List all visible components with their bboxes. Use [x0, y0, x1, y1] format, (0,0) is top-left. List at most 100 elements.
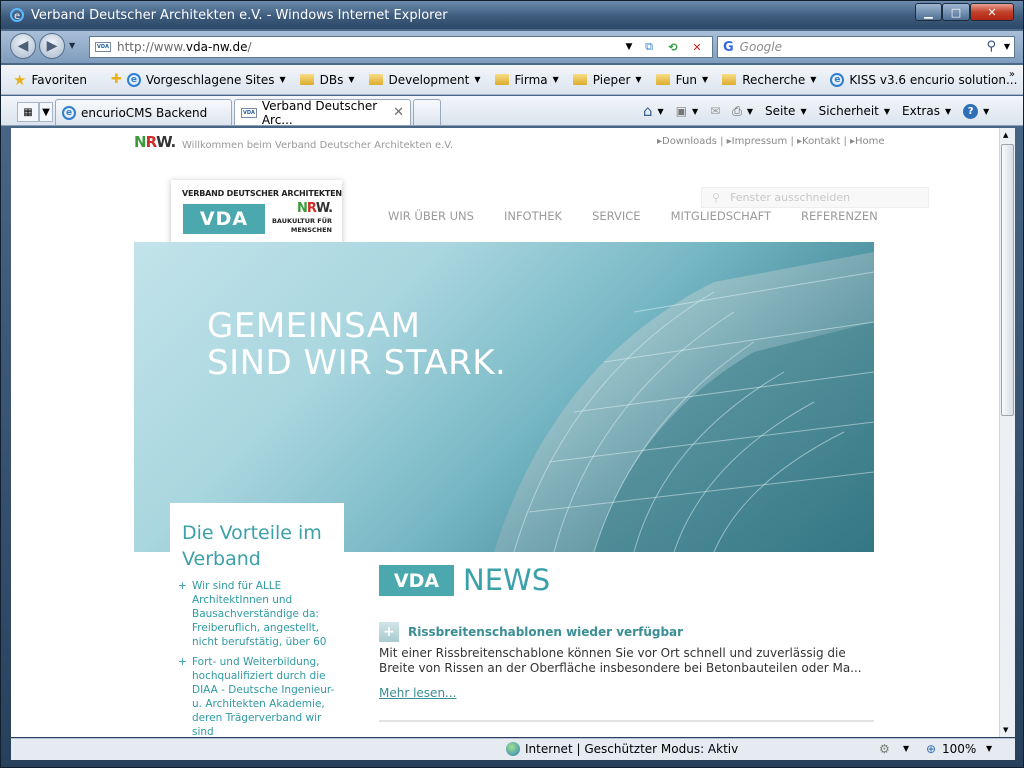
scroll-up-icon[interactable]: ▲ — [1003, 131, 1008, 139]
maximize-button[interactable]: □ — [942, 3, 970, 21]
tools-menu[interactable]: Extras ▼ — [902, 104, 951, 118]
nrw-mark: NRW. — [134, 133, 176, 151]
chevron-down-icon: ▼ — [552, 75, 559, 84]
fav-folder-development[interactable]: Development ▼ — [368, 73, 481, 87]
chevron-down-icon: ▼ — [810, 75, 817, 84]
expand-plus-icon[interactable]: + — [379, 622, 399, 642]
tab-vda[interactable]: VDA Verband Deutscher Arc... ✕ — [234, 99, 411, 127]
benefits-title: Die Vorteile im Verband — [182, 522, 322, 570]
svg-text:e: e — [14, 11, 20, 22]
fav-folder-pieper[interactable]: Pieper ▼ — [572, 73, 642, 87]
top-links[interactable]: ▸Downloads | ▸Impressum | ▸Kontakt | ▸Ho… — [657, 136, 885, 147]
hero-headline: GEMEINSAM SIND WIR STARK. — [207, 306, 507, 383]
fav-folder-fun[interactable]: Fun ▼ — [655, 73, 708, 87]
status-bar: Internet | Geschützter Modus: Aktiv ⚙ ▼ … — [11, 738, 1015, 760]
ie-page-icon: e — [830, 72, 845, 87]
zoom-icon[interactable]: ⊕ — [926, 742, 936, 756]
new-tab-button[interactable] — [413, 99, 441, 125]
vertical-scrollbar[interactable]: ▲ ▼ — [999, 128, 1015, 737]
read-more-link[interactable]: Mehr lesen... — [379, 686, 457, 700]
folder-icon — [494, 74, 509, 85]
help-button[interactable]: ? ▼ — [963, 103, 989, 119]
site-search-input[interactable]: ⚲ Fenster ausschneiden — [701, 187, 929, 208]
mail-icon: ✉ — [710, 104, 721, 118]
quick-tabs-icon[interactable]: ▦ — [17, 102, 39, 122]
chevron-down-icon: ▼ — [635, 75, 642, 84]
address-bar[interactable]: VDA http://www.vda-nw.de/ ▼ ⧉ ⟲ ✕ — [89, 36, 713, 58]
scrollbar-thumb[interactable] — [1001, 144, 1014, 416]
folder-icon — [299, 74, 314, 85]
add-favorite-icon[interactable]: ✚ — [111, 72, 122, 87]
fav-link-kiss[interactable]: e KISS v3.6 encurio solution... — [830, 72, 1017, 87]
chevron-down-icon: ▼ — [692, 106, 699, 116]
chevron-down-icon: ▼ — [944, 106, 952, 116]
favorites-button[interactable]: ★ Favoriten — [13, 71, 87, 89]
help-icon: ? — [963, 103, 979, 119]
safety-menu[interactable]: Sicherheit ▼ — [819, 104, 890, 118]
benefits-list: Wir sind für ALLE ArchitektInnen und Bau… — [178, 579, 338, 737]
benefit-item[interactable]: Wir sind für ALLE ArchitektInnen und Bau… — [178, 579, 338, 649]
ie-logo-icon: e — [9, 7, 25, 23]
chevron-down-icon: ▼ — [746, 106, 754, 116]
nav-mitgliedschaft[interactable]: MITGLIEDSCHAFT — [671, 209, 771, 223]
nav-referenzen[interactable]: REFERENZEN — [801, 209, 878, 223]
fav-folder-dbs[interactable]: DBs ▼ — [299, 73, 355, 87]
security-zone[interactable]: Internet | Geschützter Modus: Aktiv — [525, 742, 738, 756]
folder-icon — [572, 74, 587, 85]
search-icon[interactable]: ⚲ — [986, 39, 996, 54]
compatibility-view-icon[interactable]: ⧉ — [638, 38, 660, 56]
navigation-bar: ◀ ▶ ▼ VDA http://www.vda-nw.de/ ▼ ⧉ ⟲ ✕ … — [1, 31, 1023, 63]
site-favicon-icon: VDA — [95, 42, 111, 52]
news-divider — [379, 720, 874, 722]
fav-folder-recherche[interactable]: Recherche ▼ — [722, 73, 816, 87]
news-vda-badge: VDA — [379, 565, 454, 596]
print-button[interactable]: ⎙ ▼ — [732, 104, 753, 119]
logo-tagline: BAUKULTUR FÜR MENSCHEN — [271, 217, 332, 234]
mail-button[interactable]: ✉ — [710, 104, 720, 118]
chevron-down-icon[interactable]: ▼ — [986, 744, 992, 753]
feeds-button[interactable]: ▣ ▼ — [676, 104, 699, 118]
star-icon: ★ — [13, 70, 27, 89]
benefits-box: Die Vorteile im Verband Wir sind für ALL… — [170, 503, 344, 737]
tab-list-icon[interactable]: ▼ — [39, 102, 53, 122]
close-tab-icon[interactable]: ✕ — [393, 105, 404, 120]
back-button[interactable]: ◀ — [10, 33, 36, 59]
fav-folder-firma[interactable]: Firma ▼ — [494, 73, 559, 87]
ie-window: e Verband Deutscher Architekten e.V. - W… — [0, 0, 1024, 768]
nav-infothek[interactable]: INFOTHEK — [504, 209, 562, 223]
minimize-button[interactable]: ▁ — [915, 3, 942, 21]
refresh-icon[interactable]: ⟲ — [662, 38, 684, 56]
welcome-text: Willkommen beim Verband Deutscher Archit… — [182, 140, 454, 151]
fav-suggested-sites[interactable]: ✚ e Vorgeschlagene Sites ▼ — [111, 72, 286, 87]
favorites-bar: ★ Favoriten ✚ e Vorgeschlagene Sites ▼ DBs ▼ … — [1, 65, 1023, 95]
page-menu[interactable]: Seite ▼ — [765, 104, 807, 118]
tab-encuriocms[interactable]: e encurioCMS Backend — [55, 99, 232, 125]
forward-button[interactable]: ▶ — [39, 33, 65, 59]
chevron-down-icon[interactable]: ▼ — [903, 744, 909, 753]
nav-wir-ueber-uns[interactable]: WIR ÜBER UNS — [388, 209, 474, 223]
globe-icon — [506, 742, 520, 756]
folder-icon — [655, 74, 670, 85]
search-box[interactable]: G Google ⚲ ▼ — [717, 36, 1015, 58]
search-dropdown-icon[interactable]: ▼ — [1004, 42, 1010, 51]
close-button[interactable]: ✕ — [970, 3, 1014, 21]
google-logo-icon: G — [723, 39, 734, 55]
history-dropdown-icon[interactable]: ▼ — [69, 41, 75, 50]
more-favorites-icon[interactable]: » — [1009, 69, 1015, 80]
news-headline[interactable]: Rissbreitenschablonen wieder verfügbar — [408, 625, 683, 639]
nav-service[interactable]: SERVICE — [592, 209, 640, 223]
address-dropdown-icon[interactable]: ▼ — [618, 38, 640, 56]
logo-box: VDA — [183, 204, 265, 234]
zoom-level[interactable]: 100% — [942, 742, 976, 756]
address-url[interactable]: http://www.vda-nw.de/ — [117, 40, 252, 54]
benefit-item[interactable]: Fort- und Weiterbildung, hochqualifizier… — [178, 655, 338, 737]
vda-logo[interactable]: VERBAND DEUTSCHER ARCHITEKTEN VDA NRW. B… — [171, 180, 342, 248]
scroll-down-icon[interactable]: ▼ — [1003, 726, 1008, 734]
security-warning-icon[interactable]: ⚙ — [879, 742, 890, 756]
ie-page-icon: e — [62, 105, 76, 120]
stop-icon[interactable]: ✕ — [686, 38, 708, 56]
chevron-down-icon: ▼ — [657, 106, 664, 116]
search-placeholder: Google — [739, 40, 782, 54]
chevron-down-icon: ▼ — [800, 106, 807, 116]
home-button[interactable]: ⌂ ▼ — [643, 102, 664, 120]
